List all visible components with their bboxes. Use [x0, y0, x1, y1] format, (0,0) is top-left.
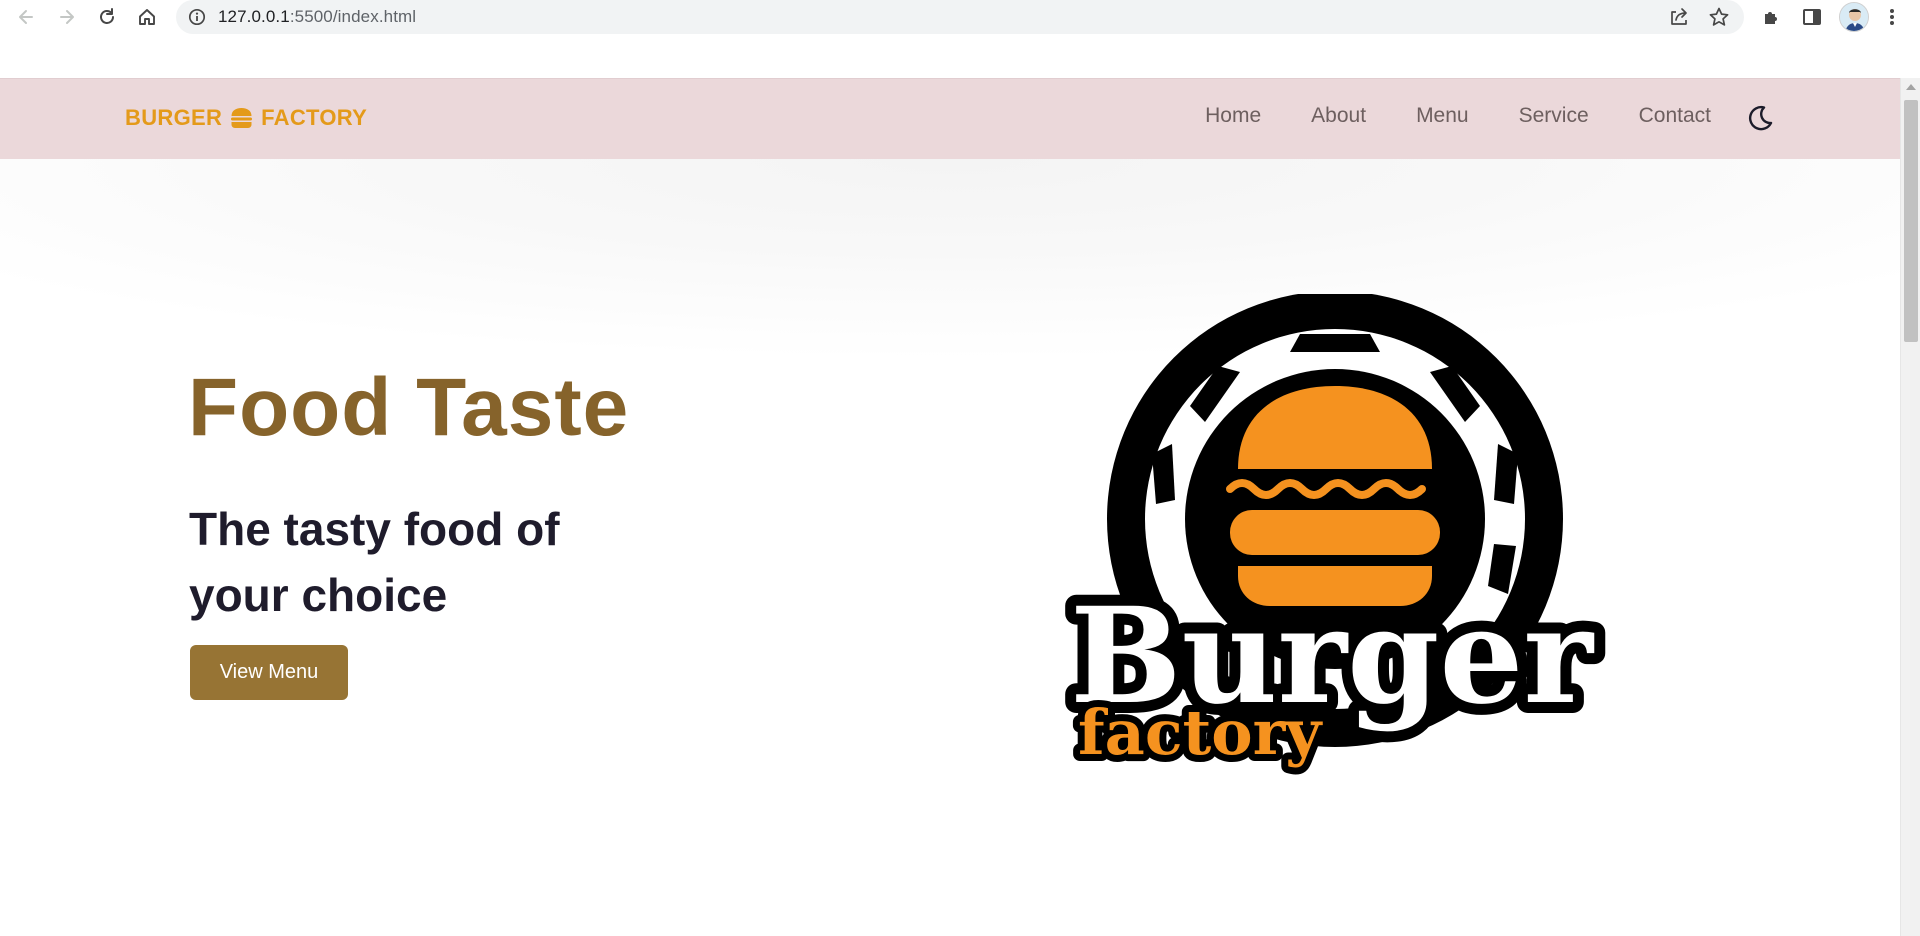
forward-arrow-icon[interactable]	[53, 3, 81, 31]
side-panel-icon[interactable]	[1799, 4, 1825, 30]
hero-subtitle: The tasty food of your choice	[189, 503, 560, 621]
nav-service[interactable]: Service	[1519, 104, 1589, 128]
url-text[interactable]: 127.0.0.1:5500/index.html	[218, 7, 416, 27]
scroll-up-arrow-icon[interactable]	[1906, 84, 1916, 90]
reload-icon[interactable]	[93, 3, 121, 31]
site-header: BURGER FACTORY Home About Menu Service C…	[0, 78, 1900, 159]
hero-title: Food Taste	[188, 362, 630, 453]
share-icon[interactable]	[1668, 6, 1690, 28]
nav-about[interactable]: About	[1311, 104, 1366, 128]
nav-home[interactable]: Home	[1205, 104, 1261, 128]
nav-menu[interactable]: Menu	[1416, 104, 1469, 128]
kebab-menu-icon[interactable]	[1879, 4, 1905, 30]
page-content: BURGER FACTORY Home About Menu Service C…	[0, 78, 1900, 936]
main-nav: Home About Menu Service Contact	[1205, 104, 1711, 128]
moon-icon[interactable]	[1745, 103, 1775, 133]
brand-text-right: FACTORY	[261, 105, 368, 130]
logo-word-factory: factory	[1078, 696, 1323, 769]
profile-avatar[interactable]	[1839, 2, 1869, 32]
info-icon[interactable]	[188, 8, 206, 26]
page-scrollbar[interactable]	[1900, 78, 1920, 936]
back-arrow-icon[interactable]	[12, 3, 40, 31]
scrollbar-thumb[interactable]	[1904, 100, 1918, 342]
hamburger-icon	[230, 107, 253, 129]
address-bar[interactable]: 127.0.0.1:5500/index.html	[176, 0, 1744, 34]
burger-factory-logo: Burger factory	[1050, 291, 1650, 794]
view-menu-button[interactable]: View Menu	[190, 645, 348, 700]
page-viewport: BURGER FACTORY Home About Menu Service C…	[0, 78, 1920, 936]
star-icon[interactable]	[1708, 6, 1730, 28]
nav-contact[interactable]: Contact	[1639, 104, 1711, 128]
home-icon[interactable]	[133, 3, 161, 31]
brand-text-left: BURGER	[125, 105, 223, 130]
extensions-icon[interactable]	[1759, 4, 1785, 30]
brand-logo[interactable]: BURGER FACTORY	[125, 105, 367, 131]
browser-toolbar: 127.0.0.1:5500/index.html	[0, 0, 1920, 34]
